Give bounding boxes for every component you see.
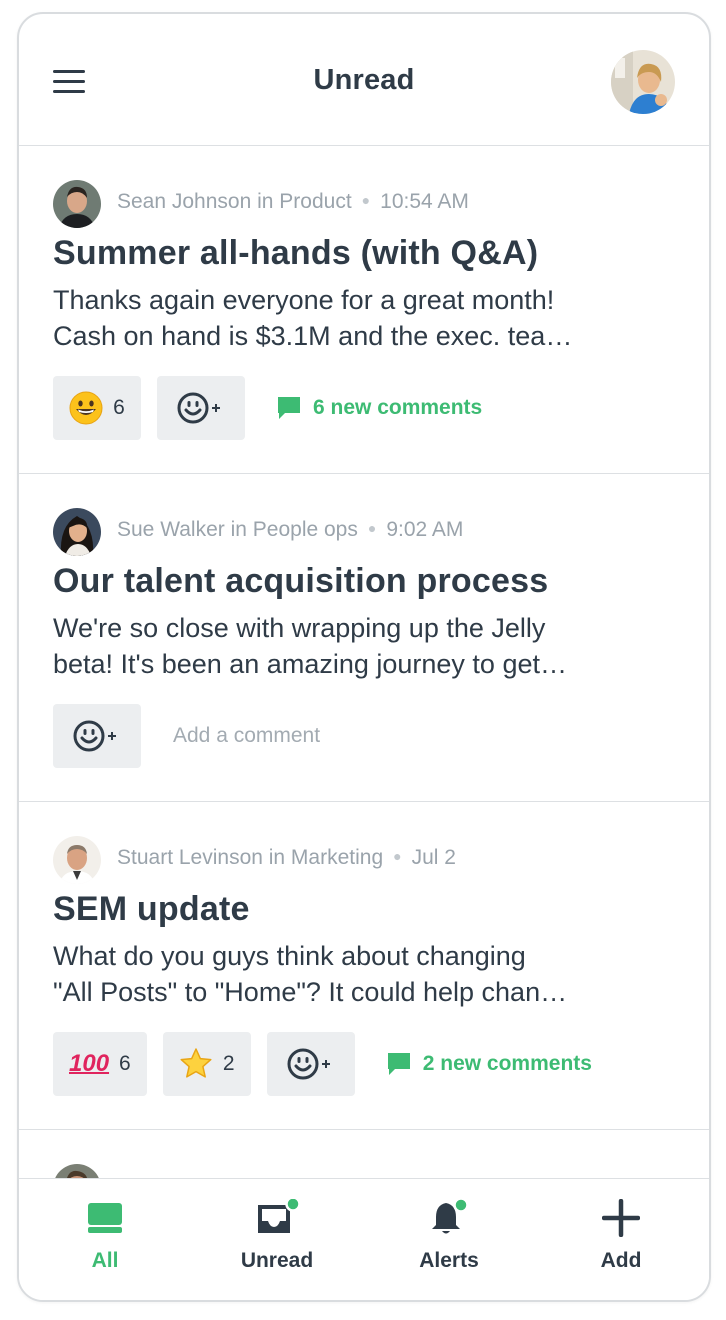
comment-bubble-icon xyxy=(387,1053,410,1075)
new-comments-link[interactable]: 2 new comments xyxy=(387,1052,592,1076)
page-title: Unread xyxy=(313,64,415,96)
top-bar: Unread xyxy=(19,14,709,146)
comments-label: 2 new comments xyxy=(422,1052,592,1075)
post-actions: 100 6 2 2 new comments xyxy=(53,1032,592,1096)
comments-label: 6 new comments xyxy=(313,396,483,419)
snippet-line: "All Posts" to "Home"? It could help cha… xyxy=(53,977,568,1007)
add-reaction-icon xyxy=(177,392,220,424)
separator-dot: ● xyxy=(361,192,371,208)
reaction-count: 2 xyxy=(222,1052,235,1075)
tab-label: Alerts xyxy=(419,1249,479,1272)
post-snippet[interactable]: What do you guys think about changing "A… xyxy=(53,938,673,1010)
snippet-line: Thanks again everyone for a great month! xyxy=(53,285,555,315)
tab-label: Unread xyxy=(240,1249,314,1272)
post-title[interactable]: Summer all-hands (with Q&A) xyxy=(53,234,538,273)
post-meta: Sean Johnson in Product ● 10:54 AM xyxy=(117,190,469,214)
add-reaction-icon xyxy=(73,720,116,752)
tab-all[interactable]: All xyxy=(19,1179,191,1300)
tab-label: Add xyxy=(600,1249,642,1272)
reaction-grinning[interactable]: 6 xyxy=(53,376,141,440)
reaction-count: 6 xyxy=(119,1052,131,1075)
bell-icon xyxy=(432,1199,469,1234)
post-title[interactable]: Our talent acquisition process xyxy=(53,562,548,601)
inbox-tray-icon xyxy=(88,1203,122,1233)
new-comments-link[interactable]: 6 new comments xyxy=(277,396,482,420)
unread-inbox-icon xyxy=(258,1199,300,1233)
separator-dot: ● xyxy=(367,520,377,536)
snippet-line: Cash on hand is $3.1M and the exec. tea… xyxy=(53,321,573,351)
post-actions: Add a comment xyxy=(53,704,320,768)
separator-dot: ● xyxy=(393,848,402,864)
author-line[interactable]: Stuart Levinson in Marketing xyxy=(117,846,383,869)
author-line[interactable]: Sue Walker in People ops xyxy=(117,518,358,541)
post-time: Jul 2 xyxy=(411,846,456,869)
reaction-count: 6 xyxy=(113,396,125,419)
post-card[interactable]: Sean Johnson in Product ● 10:54 AM Summer … xyxy=(19,146,709,474)
add-reaction-button[interactable] xyxy=(53,704,141,768)
post-title[interactable]: SEM update xyxy=(53,890,250,929)
comment-bubble-icon xyxy=(278,397,300,419)
star-icon xyxy=(180,1048,212,1078)
post-meta: Stuart Levinson in Marketing ● Jul 2 xyxy=(117,846,456,870)
post-meta: Sue Walker in People ops ● 9:02 AM xyxy=(117,518,463,542)
user-avatar[interactable] xyxy=(611,50,675,114)
bottom-tab-bar: All Unread Alerts Add xyxy=(19,1178,709,1300)
snippet-line: beta! It's been an amazing journey to ge… xyxy=(53,649,567,679)
snippet-line: What do you guys think about changing xyxy=(53,941,526,971)
app-frame: Unread Sean Johnson in Product ● 10:54 A… xyxy=(17,12,711,1302)
tab-label: All xyxy=(91,1249,119,1272)
reaction-hundred[interactable]: 100 6 xyxy=(53,1032,147,1096)
tab-unread[interactable]: Unread xyxy=(191,1179,363,1300)
post-snippet[interactable]: Thanks again everyone for a great month!… xyxy=(53,282,673,354)
snippet-line: We're so close with wrapping up the Jell… xyxy=(53,613,546,643)
post-card[interactable]: Stuart Levinson in Marketing ● Jul 2 SEM u… xyxy=(19,802,709,1130)
author-avatar[interactable] xyxy=(53,508,101,556)
post-feed: Sean Johnson in Product ● 10:54 AM Summer … xyxy=(19,146,709,1212)
post-snippet[interactable]: We're so close with wrapping up the Jell… xyxy=(53,610,673,682)
author-avatar[interactable] xyxy=(53,836,101,884)
post-time: 10:54 AM xyxy=(380,190,469,213)
add-comment-input[interactable]: Add a comment xyxy=(173,724,320,748)
hundred-points-icon: 100 xyxy=(69,1050,110,1077)
post-time: 9:02 AM xyxy=(386,518,464,541)
author-line[interactable]: Sean Johnson in Product xyxy=(117,190,352,213)
add-reaction-button[interactable] xyxy=(266,1032,355,1096)
author-avatar[interactable] xyxy=(53,180,101,228)
plus-icon xyxy=(602,1199,640,1237)
grinning-face-icon xyxy=(69,391,103,425)
reaction-star[interactable]: 2 xyxy=(162,1032,251,1096)
tab-add[interactable]: Add xyxy=(535,1179,707,1300)
post-actions: 6 6 new comments xyxy=(53,376,482,440)
tab-alerts[interactable]: Alerts xyxy=(363,1179,535,1300)
add-reaction-icon xyxy=(287,1048,330,1080)
add-reaction-button[interactable] xyxy=(157,376,245,440)
post-card[interactable]: Sue Walker in People ops ● 9:02 AM Our tal… xyxy=(19,474,709,802)
